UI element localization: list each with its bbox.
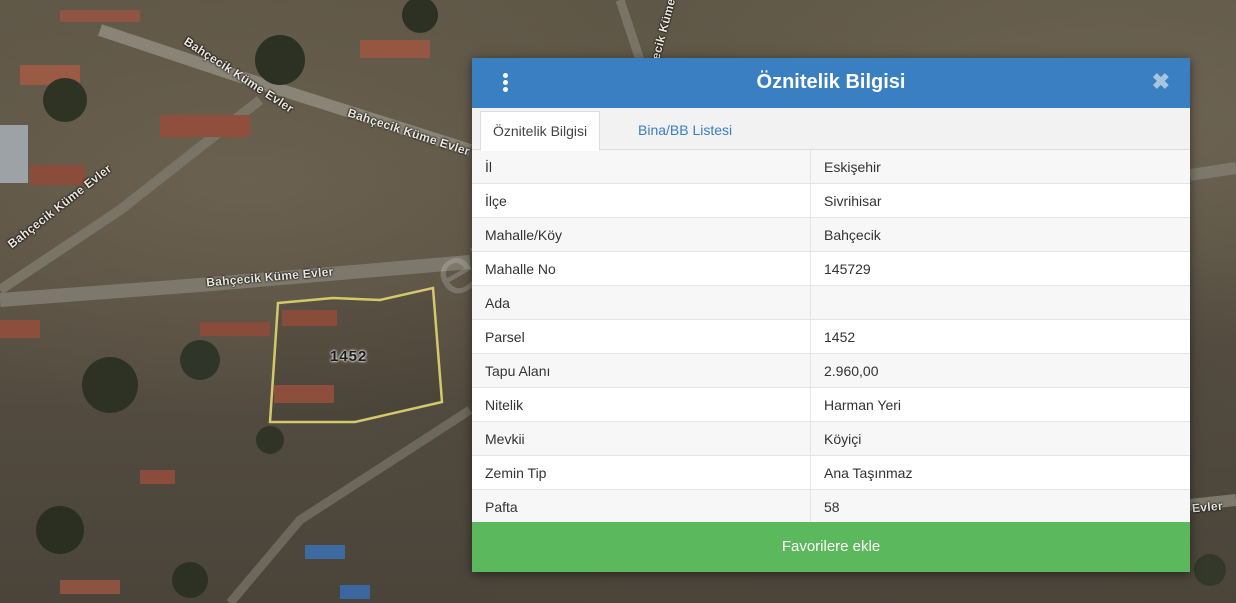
table-row: Nitelik Harman Yeri: [472, 387, 1190, 422]
table-row: Mahalle/Köy Bahçecik: [472, 217, 1190, 252]
attribute-value: Bahçecik: [810, 217, 1190, 252]
attribute-key: Ada: [472, 285, 811, 320]
attribute-key: Mahalle/Köy: [472, 217, 811, 252]
attribute-key: Mevkii: [472, 421, 811, 456]
table-row: İl Eskişehir: [472, 150, 1190, 184]
attribute-value: Harman Yeri: [810, 387, 1190, 422]
attribute-key: Pafta: [472, 489, 811, 524]
attribute-key: Mahalle No: [472, 251, 811, 286]
attribute-value: 145729: [810, 251, 1190, 286]
table-row: Parsel 1452: [472, 319, 1190, 354]
table-row: Pafta 58: [472, 489, 1190, 524]
attribute-value: Köyiçi: [810, 421, 1190, 456]
table-row: Zemin Tip Ana Taşınmaz: [472, 455, 1190, 490]
table-row: İlçe Sivrihisar: [472, 183, 1190, 218]
table-row: Tapu Alanı 2.960,00: [472, 353, 1190, 388]
table-row: Mevkii Köyiçi: [472, 421, 1190, 456]
attribute-value: 2.960,00: [810, 353, 1190, 388]
tab-building-list[interactable]: Bina/BB Listesi: [626, 111, 744, 149]
attribute-table: İl Eskişehir İlçe Sivrihisar Mahalle/Köy…: [472, 150, 1190, 524]
attribute-key: İlçe: [472, 183, 811, 218]
attribute-key: Tapu Alanı: [472, 353, 811, 388]
attribute-value: [810, 285, 1190, 320]
attribute-value: Ana Taşınmaz: [810, 455, 1190, 490]
attribute-key: Nitelik: [472, 387, 811, 422]
road-label: Evler: [1191, 498, 1224, 516]
table-row: Ada: [472, 285, 1190, 320]
tab-bar: Öznitelik Bilgisi Bina/BB Listesi: [472, 108, 1190, 151]
dialog-title: Öznitelik Bilgisi: [756, 71, 906, 93]
attribute-key: Zemin Tip: [472, 455, 811, 490]
attribute-key: İl: [472, 150, 811, 184]
add-to-favorites-button[interactable]: Favorilere ekle: [472, 522, 1190, 572]
attribute-value: Eskişehir: [810, 150, 1190, 184]
tab-attribute-info[interactable]: Öznitelik Bilgisi: [480, 111, 601, 151]
dialog-header: Öznitelik Bilgisi ✖: [472, 58, 1190, 108]
attribute-value: Sivrihisar: [810, 183, 1190, 218]
attribute-value: 1452: [810, 319, 1190, 354]
attribute-value: 58: [810, 489, 1190, 524]
parcel-number-label: 1452: [330, 348, 368, 365]
close-icon[interactable]: ✖: [1152, 71, 1170, 93]
attribute-key: Parsel: [472, 319, 811, 354]
table-row: Mahalle No 145729: [472, 251, 1190, 286]
attribute-info-dialog: Öznitelik Bilgisi ✖ Öznitelik Bilgisi Bi…: [472, 58, 1190, 572]
